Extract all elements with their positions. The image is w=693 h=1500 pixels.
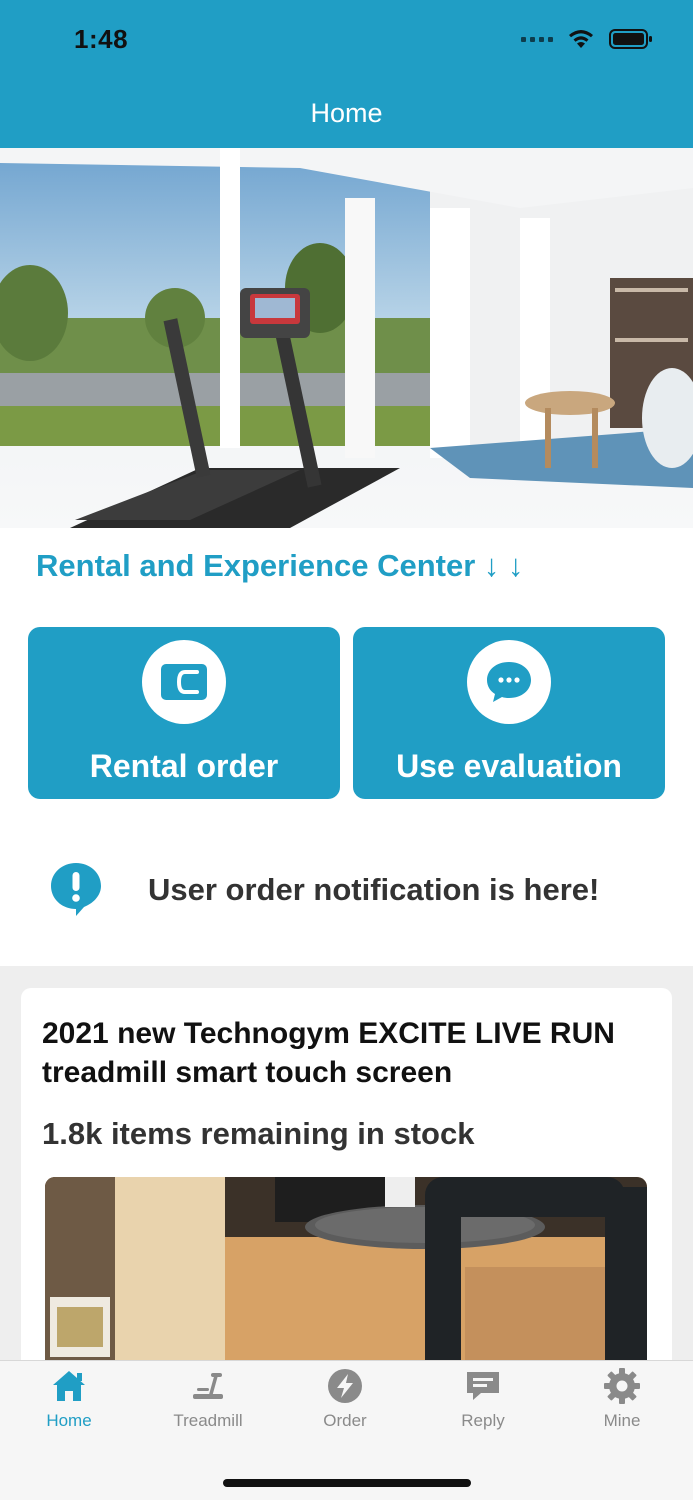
status-bar: 1:48 xyxy=(0,0,693,78)
product-card[interactable]: 2021 new Technogym EXCITE LIVE RUN tread… xyxy=(21,988,672,1408)
section-heading: Rental and Experience Center ↓ ↓ xyxy=(36,548,524,583)
page-title: Home xyxy=(310,97,383,128)
tab-treadmill[interactable]: Treadmill xyxy=(148,1367,268,1437)
message-icon xyxy=(467,1372,499,1400)
use-evaluation-label: Use evaluation xyxy=(396,748,622,784)
rental-order-button[interactable]: Rental order xyxy=(28,627,340,799)
gear-icon xyxy=(604,1368,640,1404)
tab-treadmill-label: Treadmill xyxy=(173,1411,243,1430)
order-notification-text: User order notification is here! xyxy=(148,872,600,907)
treadmill-icon xyxy=(193,1373,223,1399)
tab-reply-label: Reply xyxy=(461,1411,505,1430)
order-notification-row[interactable]: User order notification is here! xyxy=(0,840,693,940)
tab-mine[interactable]: Mine xyxy=(562,1367,682,1437)
home-indicator[interactable] xyxy=(223,1479,471,1487)
battery-icon xyxy=(609,29,652,49)
status-icons xyxy=(521,28,653,50)
showroom-treadmill-illustration xyxy=(0,148,693,528)
cellular-signal-icon xyxy=(521,36,553,42)
product-title: 2021 new Technogym EXCITE LIVE RUN tread… xyxy=(42,1017,615,1089)
alert-bubble-icon xyxy=(51,863,101,916)
rental-order-label: Rental order xyxy=(89,748,279,784)
use-evaluation-icon-circle xyxy=(467,640,551,724)
wallet-icon xyxy=(161,664,207,700)
hero-banner-image[interactable] xyxy=(0,148,693,528)
tab-order[interactable]: Order xyxy=(285,1367,405,1437)
wifi-icon xyxy=(569,30,593,48)
tab-mine-label: Mine xyxy=(603,1411,641,1430)
lightning-icon xyxy=(328,1369,362,1403)
chat-bubble-icon xyxy=(487,662,531,702)
tab-reply[interactable]: Reply xyxy=(423,1367,543,1437)
tab-bar: Home Treadmill Order Reply Mine xyxy=(0,1360,693,1500)
use-evaluation-button[interactable]: Use evaluation xyxy=(353,627,665,799)
tab-home[interactable]: Home xyxy=(9,1367,129,1437)
nav-bar: Home xyxy=(0,78,693,148)
product-stock: 1.8k items remaining in stock xyxy=(42,1116,475,1151)
rental-order-icon-circle xyxy=(142,640,226,724)
tab-order-label: Order xyxy=(323,1411,367,1430)
status-time: 1:48 xyxy=(74,24,129,54)
home-icon xyxy=(53,1371,85,1401)
tab-home-label: Home xyxy=(46,1411,92,1430)
